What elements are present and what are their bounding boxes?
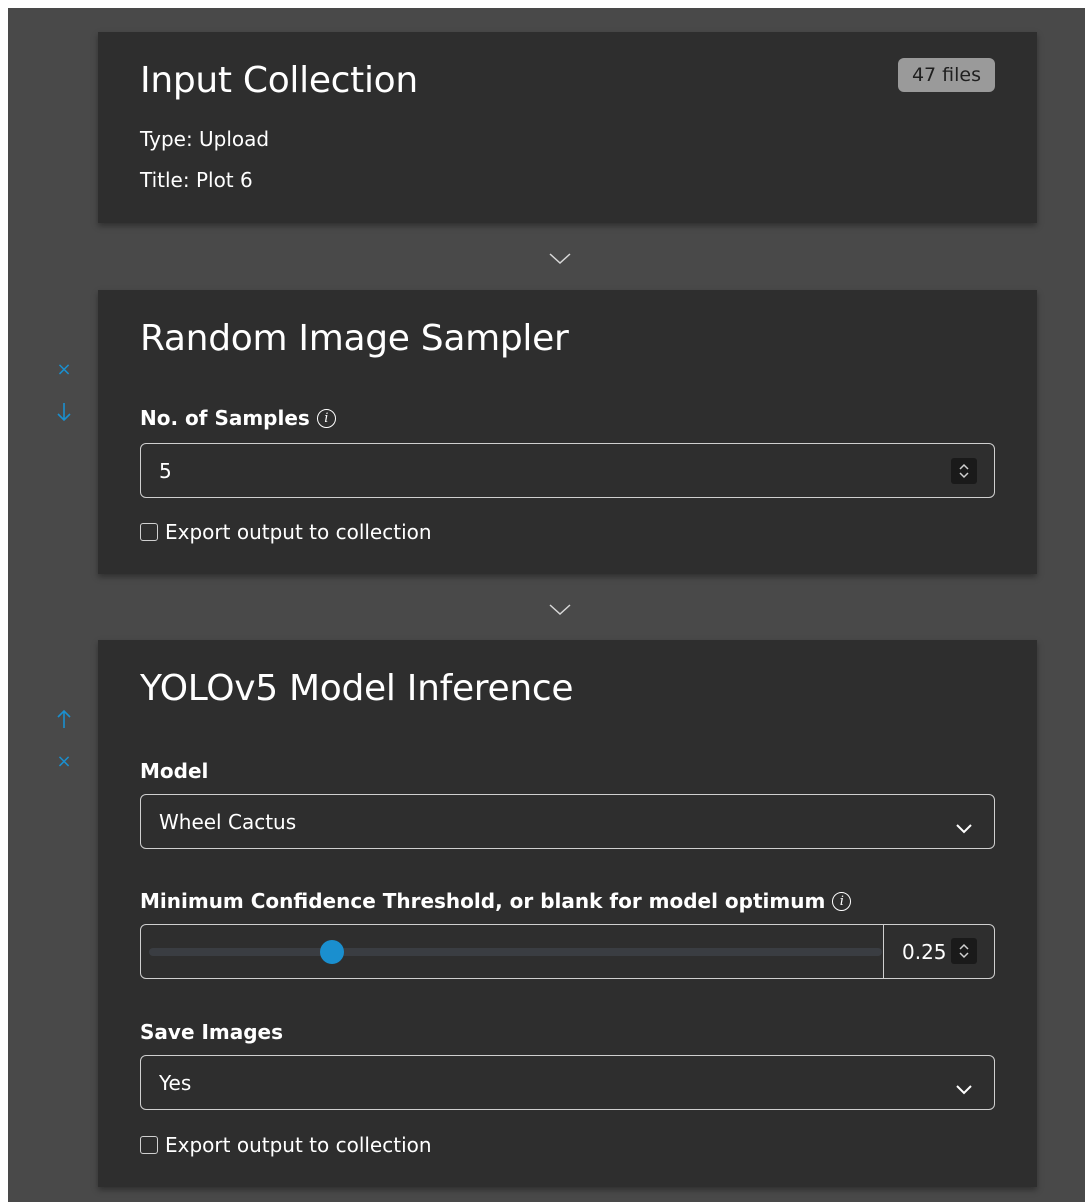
random-image-sampler-card: Random Image Sampler No. of Samples i 5 … — [98, 290, 1037, 574]
number-stepper-icon[interactable] — [951, 938, 977, 964]
inference-title: YOLOv5 Model Inference — [140, 668, 574, 709]
export-checkbox[interactable] — [140, 523, 158, 541]
threshold-slider-thumb[interactable] — [320, 940, 345, 964]
threshold-slider-track[interactable] — [149, 948, 882, 956]
model-label: Model — [140, 759, 209, 783]
model-value: Wheel Cactus — [159, 809, 297, 834]
number-stepper-icon[interactable] — [951, 458, 977, 484]
arrow-down-icon[interactable] — [52, 402, 76, 426]
sampler-export-label: Export output to collection — [165, 520, 432, 544]
threshold-input[interactable]: 0.25 — [883, 925, 994, 978]
samples-value: 5 — [159, 458, 172, 483]
yolov5-inference-card: YOLOv5 Model Inference Model Wheel Cactu… — [98, 640, 1037, 1187]
samples-input[interactable]: 5 — [140, 443, 995, 498]
save-images-value: Yes — [159, 1070, 192, 1095]
threshold-label: Minimum Confidence Threshold, or blank f… — [140, 889, 852, 913]
chevron-down-icon — [549, 601, 571, 620]
chevron-down-icon — [956, 1076, 972, 1100]
input-collection-title: Input Collection — [140, 60, 418, 101]
chevron-down-icon — [549, 250, 571, 269]
samples-label: No. of Samples i — [140, 406, 336, 430]
collection-title-text: Title: Plot 6 — [140, 168, 253, 192]
inference-export-label: Export output to collection — [165, 1133, 432, 1157]
inference-export-row[interactable]: Export output to collection — [140, 1133, 432, 1157]
save-images-select[interactable]: Yes — [140, 1055, 995, 1110]
save-images-label: Save Images — [140, 1020, 284, 1044]
threshold-control: 0.25 — [140, 924, 995, 979]
arrow-up-icon[interactable] — [52, 709, 76, 733]
file-count-badge: 47 files — [897, 58, 995, 92]
sampler-title: Random Image Sampler — [140, 318, 569, 359]
info-icon[interactable]: i — [832, 891, 852, 911]
input-collection-card: Input Collection 47 files Type: Upload T… — [98, 32, 1037, 223]
chevron-down-icon — [956, 815, 972, 839]
sampler-export-row[interactable]: Export output to collection — [140, 520, 432, 544]
pipeline-canvas: Input Collection 47 files Type: Upload T… — [8, 8, 1085, 1202]
threshold-label-text: Minimum Confidence Threshold, or blank f… — [140, 889, 826, 913]
close-icon[interactable]: × — [52, 361, 76, 379]
threshold-value: 0.25 — [902, 939, 947, 964]
collection-type-text: Type: Upload — [140, 127, 270, 151]
close-icon[interactable]: × — [52, 753, 76, 771]
samples-label-text: No. of Samples — [140, 406, 310, 430]
info-icon[interactable]: i — [316, 408, 336, 428]
export-checkbox[interactable] — [140, 1136, 158, 1154]
model-select[interactable]: Wheel Cactus — [140, 794, 995, 849]
